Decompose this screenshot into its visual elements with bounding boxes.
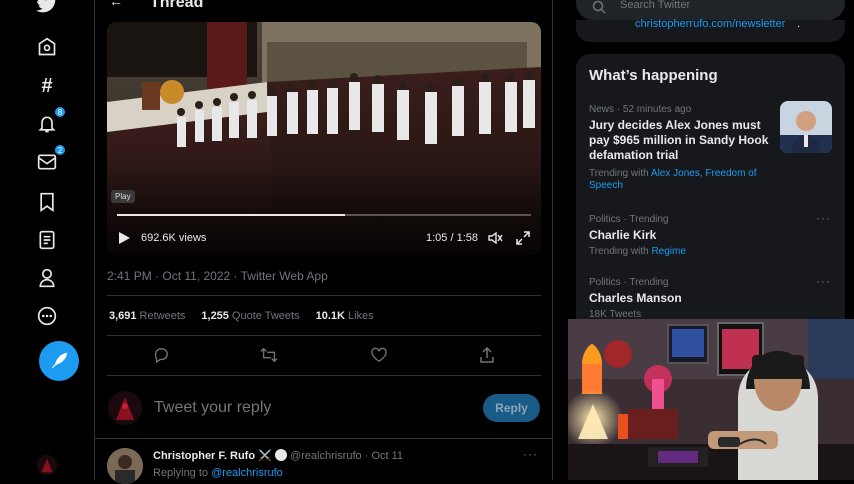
trend-item[interactable]: Politics · Trending Charles Manson 18K T… (589, 277, 829, 321)
fullscreen-icon[interactable] (515, 230, 531, 246)
reply-icon[interactable] (149, 343, 173, 367)
thread-column: ← Thread Play 692.6K views 1:05 / 1:58 2… (94, 0, 553, 484)
trend-thumbnail[interactable] (780, 101, 832, 153)
play-icon[interactable] (117, 231, 131, 245)
verified-badge-icon (274, 449, 287, 461)
messages-badge: 2 (54, 144, 66, 156)
trend-item[interactable]: Politics · Trending Charlie Kirk Trendin… (589, 214, 829, 258)
share-icon[interactable] (475, 343, 499, 367)
notifications-bell-icon[interactable]: 8 (35, 106, 66, 136)
reply-input[interactable]: Tweet your reply (154, 399, 271, 417)
page-title: Thread (150, 0, 204, 11)
search-input[interactable]: Search Twitter (620, 0, 690, 11)
retweets-stat[interactable]: 3,691 Retweets (109, 310, 185, 322)
search-icon (592, 0, 606, 14)
video-views: 692.6K views (141, 232, 207, 244)
profile-icon[interactable] (35, 266, 59, 290)
play-tooltip: Play (111, 190, 135, 203)
author-line: Christopher F. Rufo ⚔️ @realchrisrufo · … (153, 449, 404, 462)
replying-to: Replying to @realchrisrufo (153, 467, 283, 479)
divider (107, 335, 541, 336)
tweet-stats: 3,691 Retweets 1,255 Quote Tweets 10.1K Lik… (109, 310, 374, 322)
quote-tweets-stat[interactable]: 1,255 Quote Tweets (201, 310, 299, 322)
webcam-overlay (568, 319, 854, 480)
left-nav: # 8 2 (0, 0, 94, 480)
whats-happening-title: What’s happening (589, 67, 718, 84)
webcam-feed (568, 319, 854, 480)
reply-button[interactable]: Reply (483, 394, 540, 422)
messages-envelope-icon[interactable]: 2 (35, 144, 66, 174)
home-icon[interactable] (35, 35, 59, 59)
divider (107, 295, 541, 296)
twitter-logo-icon[interactable] (35, 0, 59, 16)
video-player[interactable]: Play 692.6K views 1:05 / 1:58 (107, 22, 541, 255)
next-tweet[interactable]: Christopher F. Rufo ⚔️ @realchrisrufo · … (95, 438, 552, 484)
thread-header: ← Thread (95, 0, 552, 14)
volume-icon[interactable] (487, 230, 503, 246)
like-heart-icon[interactable] (367, 343, 391, 367)
tweet-timestamp[interactable]: 2:41 PM · Oct 11, 2022 · Twitter Web App (107, 269, 328, 283)
video-progress-track[interactable] (117, 214, 531, 216)
reply-avatar (107, 390, 143, 426)
reply-composer: Tweet your reply Reply (107, 388, 541, 428)
account-avatar[interactable] (35, 453, 59, 477)
author-name[interactable]: Christopher F. Rufo (153, 450, 255, 462)
bookmarks-icon[interactable] (35, 190, 59, 214)
tweet-actions (107, 343, 541, 367)
compose-tweet-button[interactable] (39, 341, 79, 381)
likes-stat[interactable]: 10.1K Likes (316, 310, 374, 322)
newsletter-card: christopherrufo.com/newsletter . (576, 18, 845, 42)
trend-item[interactable]: News · 52 minutes ago Jury decides Alex … (589, 104, 774, 192)
explore-hashtag-icon[interactable]: # (35, 74, 59, 98)
divider (107, 375, 541, 376)
video-time: 1:05 / 1:58 (426, 232, 478, 244)
search-box[interactable]: Search Twitter (576, 0, 845, 20)
tweet-date[interactable]: Oct 11 (371, 450, 403, 462)
swords-emoji: ⚔️ (258, 450, 272, 462)
more-options-icon[interactable] (35, 304, 59, 328)
back-arrow-icon[interactable]: ← (109, 0, 123, 9)
newsletter-link[interactable]: christopherrufo.com/newsletter (635, 18, 785, 30)
author-handle: @realchrisrufo (289, 450, 362, 462)
author-avatar[interactable] (107, 448, 143, 484)
whats-happening-panel: What’s happening News · 52 minutes ago J… (576, 54, 845, 334)
tweet-more-icon[interactable]: ··· (523, 447, 538, 461)
trend-more-icon[interactable]: ··· (816, 274, 831, 288)
notifications-badge: 8 (54, 106, 66, 118)
trend-more-icon[interactable]: ··· (816, 211, 831, 225)
quill-icon (51, 352, 68, 369)
video-progress-fill (117, 214, 345, 216)
lists-icon[interactable] (35, 228, 59, 252)
replying-to-handle[interactable]: @realchrisrufo (211, 467, 283, 479)
video-frame (107, 22, 541, 255)
retweet-icon[interactable] (257, 343, 281, 367)
